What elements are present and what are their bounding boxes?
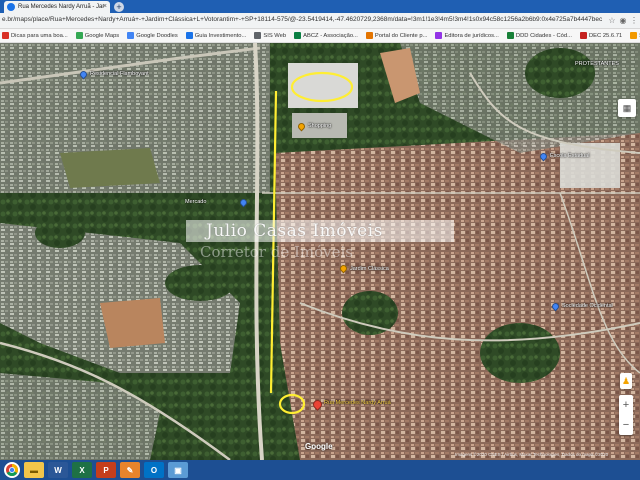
browser-tab-bar: Rua Mercedes Nardy Arruã - Jar × + [0, 0, 640, 13]
word-icon[interactable]: W [48, 462, 68, 478]
map-attribution[interactable]: Imagens ©2020 CNES / Airbus, Maxar Techn… [455, 452, 608, 457]
place-label[interactable]: Shopping [308, 123, 331, 129]
place-label[interactable]: Sociedade Ocidental [562, 303, 613, 309]
bookmark-favicon-icon [254, 32, 262, 39]
bookmark-favicon-icon [435, 32, 443, 39]
excel-icon[interactable]: X [72, 462, 92, 478]
bookmark-item[interactable]: ABCZ - Associação... [294, 32, 358, 39]
bookmark-label: DDD Cidades - Cód... [515, 32, 572, 39]
bookmark-label: Google Maps [84, 32, 120, 39]
map-layers-icon[interactable]: ▦ [618, 99, 636, 117]
bookmark-favicon-icon [2, 32, 9, 39]
zoom-out-button[interactable]: − [619, 415, 633, 435]
bookmark-label: Editora de jurídicos... [444, 32, 499, 39]
district-label: PROTESTANTES [575, 61, 619, 67]
bookmark-item[interactable]: Portal do Cliente p... [365, 32, 428, 39]
satellite-map[interactable]: Residencial Flamboyant Shopping Mercado … [0, 43, 640, 460]
bookmarks-bar: Dicas para uma boa... Google Maps Google D… [0, 29, 640, 43]
bookmark-favicon-icon [75, 32, 83, 39]
watermark: Julio Casas Imóveis [186, 220, 454, 242]
bookmark-label: ABCZ - Associação... [303, 32, 358, 39]
zoom-control: + − [619, 395, 633, 435]
bookmark-label: Google Doodles [136, 32, 178, 39]
zoom-in-button[interactable]: + [619, 395, 633, 415]
tab-close-icon[interactable]: × [103, 3, 107, 10]
bookmark-item[interactable]: Guia Investimento... [185, 32, 247, 39]
bookmark-item[interactable]: Google Maps [75, 32, 120, 39]
bookmark-favicon-icon [127, 32, 135, 39]
extension-icon[interactable]: ◉ [618, 16, 628, 26]
remote-desktop-icon[interactable]: ▣ [168, 462, 188, 478]
bookmark-label: SIS Web [263, 32, 287, 39]
paint-icon[interactable]: ✎ [120, 462, 140, 478]
bookmark-favicon-icon [185, 32, 193, 39]
windows-taskbar: ▬ W X P ✎ O ▣ [0, 460, 640, 480]
menu-icon[interactable]: ⋮ [629, 16, 639, 26]
tab-title: Rua Mercedes Nardy Arruã - Jar [18, 4, 105, 10]
place-label[interactable]: Escola Estadual [550, 153, 589, 159]
file-explorer-icon[interactable]: ▬ [24, 462, 44, 478]
bookmark-favicon-icon [630, 32, 638, 39]
powerpoint-icon[interactable]: P [96, 462, 116, 478]
google-logo: Google [305, 442, 333, 451]
outlook-icon[interactable]: O [144, 462, 164, 478]
bookmark-item[interactable]: DDD Cidades - Cód... [506, 32, 572, 39]
bookmark-favicon-icon [294, 32, 302, 39]
bookmark-label: Guia Investimento... [194, 32, 247, 39]
bookmark-star-icon[interactable]: ☆ [607, 16, 617, 26]
place-label[interactable]: Mercado [185, 199, 206, 205]
bookmark-favicon-icon [365, 32, 373, 39]
place-label[interactable]: Jardim Clássica [350, 266, 389, 272]
bookmark-item[interactable]: Editora de jurídicos... [435, 32, 499, 39]
google-maps-favicon-icon [7, 3, 15, 11]
bookmark-favicon-icon [579, 32, 587, 39]
bookmark-item[interactable]: SIS Web [254, 32, 286, 39]
browser-tab[interactable]: Rua Mercedes Nardy Arruã - Jar × [4, 1, 110, 13]
new-tab-button[interactable]: + [114, 2, 124, 12]
bookmark-label: DEC 25.6.71 [588, 32, 623, 39]
bookmark-favicon-icon [506, 32, 514, 39]
bookmark-item[interactable]: Google Doodles [127, 32, 178, 39]
pegman-icon[interactable]: ♟ [620, 373, 632, 389]
watermark-subtitle: Corretor de Imóveis [200, 243, 353, 261]
destination-label[interactable]: Rua Mercedes Nardy Arruá [324, 400, 391, 406]
bookmark-label: Dicas para uma boa... [11, 32, 68, 39]
bookmark-item[interactable]: Dicas para uma boa... [2, 32, 68, 39]
chrome-icon[interactable] [4, 462, 20, 478]
address-bar: e.br/maps/place/Rua+Mercedes+Nardy+Arruá… [0, 13, 640, 29]
bookmark-item[interactable]: Serviços On-Line... [630, 32, 640, 39]
bookmark-label: Portal do Cliente p... [374, 32, 428, 39]
place-label[interactable]: Residencial Flamboyant [90, 71, 149, 77]
bookmark-item[interactable]: DEC 25.6.71 [579, 32, 623, 39]
url-field[interactable]: e.br/maps/place/Rua+Mercedes+Nardy+Arruá… [2, 16, 602, 27]
